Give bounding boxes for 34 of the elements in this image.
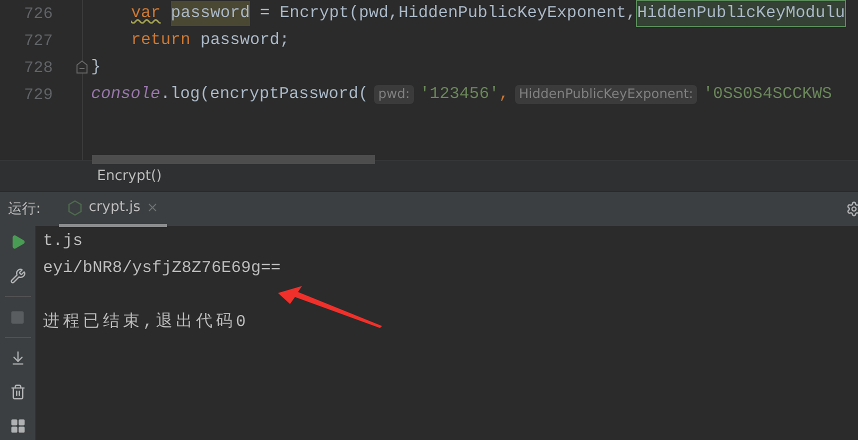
code-keyword: , — [499, 83, 509, 106]
code-keyword: var — [131, 2, 161, 24]
wrench-icon — [10, 268, 26, 284]
console-line: t.js — [43, 230, 83, 252]
settings-icon[interactable] — [846, 201, 858, 217]
layout-icon — [10, 418, 26, 434]
close-icon — [146, 201, 160, 214]
code-string: '0SS0S4SCCKWS — [703, 83, 832, 106]
console-line: eyi/bNR8/ysfjZ8Z76E69g== — [43, 257, 281, 280]
code-text: password; — [199, 29, 290, 52]
nodejs-icon — [66, 200, 83, 216]
scroll-to-end-icon — [10, 350, 26, 366]
fold-marker-icon — [76, 60, 88, 74]
code-identifier: HiddenPublicKeyModulu — [636, 0, 846, 27]
code-identifier: password — [170, 1, 250, 26]
console-line: 进程已结束,退出代码0 — [43, 311, 249, 334]
trash-icon — [10, 384, 26, 400]
code-identifier: console — [91, 83, 160, 106]
code-text: .log(encryptPassword( — [160, 83, 368, 106]
horizontal-scrollbar[interactable] — [92, 155, 375, 164]
line-number: 727 — [24, 30, 53, 52]
code-keyword: return — [131, 29, 190, 52]
line-number: 729 — [24, 84, 53, 106]
parameter-hint: pwd: — [374, 84, 414, 104]
breadcrumb-item[interactable]: Encrypt() — [97, 166, 162, 187]
code-string: '123456' — [420, 83, 499, 106]
code-text: = Encrypt(pwd,HiddenPublicKeyExponent, — [258, 2, 636, 24]
play-icon — [10, 234, 26, 250]
stop-icon — [10, 310, 25, 324]
run-panel-label: 运行: — [8, 200, 41, 218]
parameter-hint: HiddenPublicKeyExponent: — [514, 84, 698, 104]
line-number: 728 — [24, 58, 53, 78]
line-number: 726 — [24, 4, 53, 24]
code-text: } — [91, 56, 101, 78]
